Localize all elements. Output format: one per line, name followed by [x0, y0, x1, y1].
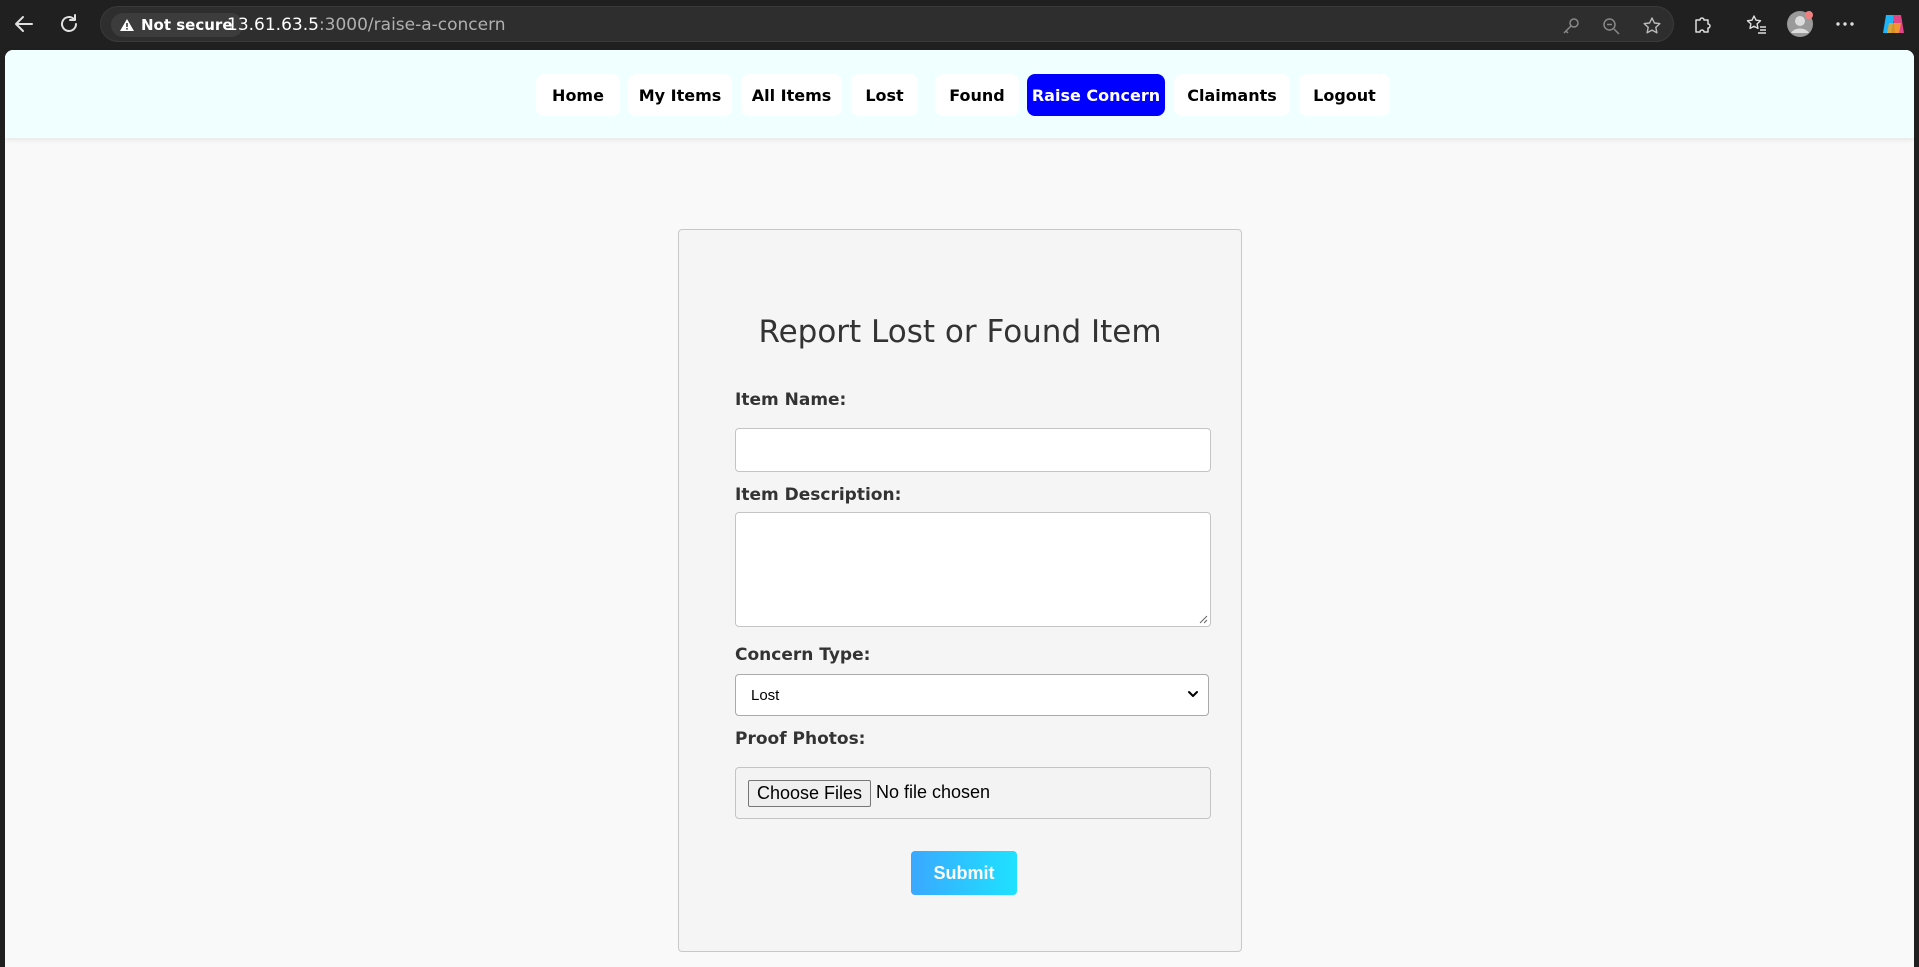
url-path: :3000/raise-a-concern: [318, 15, 506, 35]
nav-raise-concern-label: Raise Concern: [1031, 85, 1161, 105]
copilot-button[interactable]: [1877, 8, 1909, 40]
zoom-out-icon: [1603, 18, 1620, 35]
form-title: Report Lost or Found Item: [758, 314, 1162, 350]
nav-logout[interactable]: Logout: [1299, 74, 1390, 116]
nav-my-items-label: My Items: [638, 85, 722, 105]
favorites-button[interactable]: [1740, 8, 1772, 40]
chevron-down-icon: [1188, 691, 1198, 697]
resize-handle-icon[interactable]: [1198, 614, 1208, 624]
security-label: Not secure: [141, 16, 233, 34]
nav-claimants[interactable]: Claimants: [1174, 74, 1290, 116]
concern-type-value: Lost: [751, 686, 780, 704]
nav-my-items[interactable]: My Items: [628, 74, 732, 116]
item-name-input[interactable]: [735, 428, 1211, 472]
more-icon: [1836, 22, 1854, 26]
page-viewport: Home My Items All Items Lost Found Raise…: [5, 50, 1914, 967]
address-bar[interactable]: Not secure 13.61.63.5:3000/raise-a-conce…: [100, 6, 1674, 42]
item-name-label: Item Name:: [735, 390, 847, 410]
no-file-chosen-text: No file chosen: [876, 782, 991, 802]
favorites-list-icon: [1746, 15, 1766, 34]
puzzle-icon: [1695, 17, 1711, 33]
profile-button[interactable]: [1784, 8, 1816, 40]
proof-photos-file-input: Choose Files No file chosen: [735, 767, 1211, 819]
copilot-icon: [1883, 15, 1904, 33]
nav-lost-label: Lost: [865, 85, 904, 105]
back-arrow-icon: [15, 16, 33, 32]
menu-button[interactable]: [1829, 8, 1861, 40]
top-navigation: Home My Items All Items Lost Found Raise…: [5, 50, 1914, 138]
nav-found-label: Found: [949, 85, 1005, 105]
item-description-label: Item Description:: [735, 485, 902, 505]
reload-button[interactable]: [53, 8, 85, 40]
concern-type-select[interactable]: Lost: [735, 674, 1209, 716]
concern-type-label: Concern Type:: [735, 645, 871, 665]
nav-found[interactable]: Found: [935, 74, 1019, 116]
nav-home-label: Home: [552, 85, 604, 105]
key-icon: [1563, 18, 1579, 34]
warning-icon: [120, 19, 134, 31]
nav-home[interactable]: Home: [536, 74, 620, 116]
avatar-icon: [1787, 11, 1813, 37]
reload-icon: [61, 14, 77, 32]
nav-claimants-label: Claimants: [1187, 85, 1277, 105]
nav-all-items-label: All Items: [751, 85, 832, 105]
nav-all-items[interactable]: All Items: [741, 74, 842, 116]
extensions-button[interactable]: [1687, 8, 1719, 40]
submit-button[interactable]: Submit: [911, 851, 1017, 895]
url-text[interactable]: 13.61.63.5:3000/raise-a-concern: [227, 15, 506, 35]
star-icon: [1643, 17, 1661, 34]
report-form-card: Report Lost or Found Item Item Name: Ite…: [678, 229, 1242, 952]
back-button[interactable]: [8, 8, 40, 40]
security-indicator[interactable]: Not secure: [111, 13, 243, 37]
browser-toolbar: Not secure 13.61.63.5:3000/raise-a-conce…: [0, 0, 1919, 48]
nav-lost[interactable]: Lost: [851, 74, 918, 116]
proof-photos-label: Proof Photos:: [735, 729, 866, 749]
url-host: 13.61.63.5: [227, 15, 319, 35]
nav-raise-concern[interactable]: Raise Concern: [1027, 74, 1165, 116]
nav-logout-label: Logout: [1313, 85, 1376, 105]
item-description-textarea[interactable]: [735, 512, 1211, 627]
favorite-button[interactable]: [1641, 15, 1663, 37]
password-key-button[interactable]: [1560, 15, 1582, 37]
zoom-button[interactable]: [1600, 15, 1622, 37]
choose-files-button[interactable]: Choose Files: [748, 780, 871, 807]
